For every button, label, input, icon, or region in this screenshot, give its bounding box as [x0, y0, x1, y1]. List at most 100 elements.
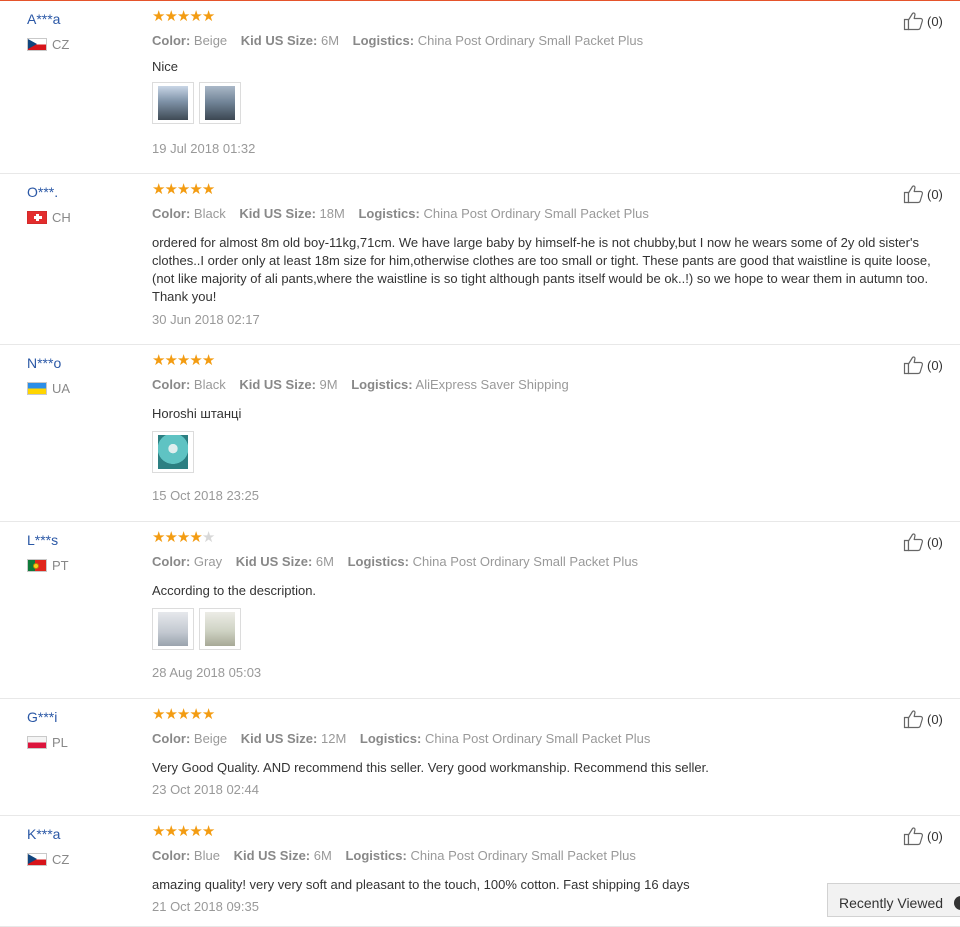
color-label: Color:	[152, 377, 191, 392]
flag-icon	[27, 211, 47, 224]
reviewer-country: PL	[27, 735, 68, 750]
size-value: 12M	[320, 731, 347, 746]
rating-stars: ★★★★★	[152, 706, 215, 723]
like-count: (0)	[927, 828, 943, 844]
star-icon: ★	[152, 823, 165, 840]
size-value: 18M	[319, 206, 345, 221]
flag-icon	[27, 853, 47, 866]
logistics-label: Logistics:	[351, 377, 413, 392]
flag-icon	[27, 382, 47, 395]
product-photo-2-thumbnail[interactable]	[199, 82, 241, 124]
star-icon: ★	[176, 181, 190, 198]
country-code: CH	[52, 210, 71, 225]
photo-icon	[205, 612, 235, 646]
color-value: Beige	[193, 731, 228, 746]
star-icon: ★	[201, 823, 215, 840]
reviewer-name[interactable]: L***s	[27, 532, 58, 548]
review-item: O***. CH ★★★★★ Color: Black Kid US Size: 18…	[0, 174, 960, 345]
color-value: Gray	[193, 554, 223, 569]
reviewer-country: UA	[27, 381, 70, 396]
product-photo-1-thumbnail[interactable]	[152, 431, 194, 473]
helpful-like-button[interactable]: (0)	[903, 826, 943, 846]
star-icon: ★	[189, 529, 202, 546]
reviewer-country: CZ	[27, 852, 70, 867]
order-attributes: Color: Beige Kid US Size: 6M Logistics: …	[152, 33, 653, 48]
star-icon: ★	[164, 823, 177, 840]
star-icon: ★	[176, 8, 190, 25]
product-photo-2-thumbnail[interactable]	[199, 608, 241, 650]
reviewer-name[interactable]: K***a	[27, 826, 60, 842]
color-label: Color:	[152, 33, 191, 48]
helpful-like-button[interactable]: (0)	[903, 709, 943, 729]
review-text: According to the description.	[152, 583, 317, 598]
like-count: (0)	[927, 534, 943, 550]
logistics-value: China Post Ordinary Small Packet Plus	[424, 731, 651, 746]
review-text: Very Good Quality. AND recommend this se…	[152, 760, 709, 775]
order-attributes: Color: Black Kid US Size: 18M Logistics:…	[152, 206, 659, 221]
product-photo-1-thumbnail[interactable]	[152, 82, 194, 124]
product-photo-1-thumbnail[interactable]	[152, 608, 194, 650]
star-icon: ★	[189, 181, 202, 198]
star-icon: ★	[176, 352, 190, 369]
thumbs-up-icon	[903, 710, 924, 729]
rating-stars: ★★★★★	[152, 181, 215, 198]
helpful-like-button[interactable]: (0)	[903, 184, 943, 204]
size-label: Kid US Size:	[239, 377, 316, 392]
star-icon: ★	[201, 181, 215, 198]
logistics-value: China Post Ordinary Small Packet Plus	[423, 206, 649, 221]
color-label: Color:	[152, 206, 191, 221]
star-icon: ★	[189, 706, 202, 723]
helpful-like-button[interactable]: (0)	[903, 355, 943, 375]
reviewer-country: CZ	[27, 37, 69, 52]
size-label: Kid US Size:	[240, 731, 318, 746]
review-item: G***i PL ★★★★★ Color: Beige Kid US Size: 12…	[0, 699, 960, 816]
logistics-value: China Post Ordinary Small Packet Plus	[417, 33, 644, 48]
logistics-value: China Post Ordinary Small Packet Plus	[410, 848, 636, 863]
star-icon: ★	[164, 352, 177, 369]
review-date: 19 Jul 2018 01:32	[152, 141, 256, 156]
reviewer-name[interactable]: G***i	[27, 709, 57, 725]
like-count: (0)	[927, 186, 943, 202]
review-date: 15 Oct 2018 23:25	[152, 488, 259, 503]
rating-stars: ★★★★★	[152, 352, 215, 369]
helpful-like-button[interactable]: (0)	[903, 11, 943, 31]
color-value: Beige	[193, 33, 228, 48]
chevron-icon	[954, 896, 960, 910]
size-value: 6M	[320, 33, 340, 48]
thumbs-up-icon	[903, 533, 924, 552]
logistics-value: AliExpress Saver Shipping	[415, 377, 569, 392]
reviewer-name[interactable]: O***.	[27, 184, 58, 200]
review-item: N***o UA ★★★★★ Color: Black Kid US Size: 9M…	[0, 345, 960, 522]
country-code: CZ	[52, 852, 70, 867]
logistics-label: Logistics:	[358, 206, 420, 221]
reviewer-name[interactable]: N***o	[27, 355, 61, 371]
order-attributes: Color: Gray Kid US Size: 6M Logistics: C…	[152, 554, 648, 569]
like-count: (0)	[927, 711, 943, 727]
star-icon: ★	[176, 706, 190, 723]
logistics-label: Logistics:	[352, 33, 415, 48]
star-icon: ★	[189, 823, 202, 840]
review-photos	[152, 82, 241, 124]
reviewer-country: CH	[27, 210, 71, 225]
color-value: Blue	[193, 848, 220, 863]
photo-icon	[158, 435, 188, 469]
reviewer-name[interactable]: A***a	[27, 11, 60, 27]
star-icon: ★	[164, 181, 177, 198]
review-item: K***a CZ ★★★★★ Color: Blue Kid US Size: 6M …	[0, 816, 960, 927]
rating-stars: ★★★★★	[152, 823, 215, 840]
photo-icon	[158, 86, 188, 120]
thumbs-up-icon	[903, 12, 924, 31]
thumbs-up-icon	[903, 827, 924, 846]
recently-viewed-button[interactable]: Recently Viewed	[827, 883, 960, 917]
logistics-label: Logistics:	[347, 554, 409, 569]
logistics-label: Logistics:	[345, 848, 407, 863]
color-value: Black	[193, 206, 226, 221]
reviewer-country: PT	[27, 558, 69, 573]
like-count: (0)	[927, 357, 943, 373]
flag-icon	[27, 559, 47, 572]
color-label: Color:	[152, 731, 191, 746]
helpful-like-button[interactable]: (0)	[903, 532, 943, 552]
size-label: Kid US Size:	[239, 206, 316, 221]
star-icon: ★	[164, 529, 177, 546]
review-text: ordered for almost 8m old boy-11kg,71cm.…	[152, 235, 931, 304]
